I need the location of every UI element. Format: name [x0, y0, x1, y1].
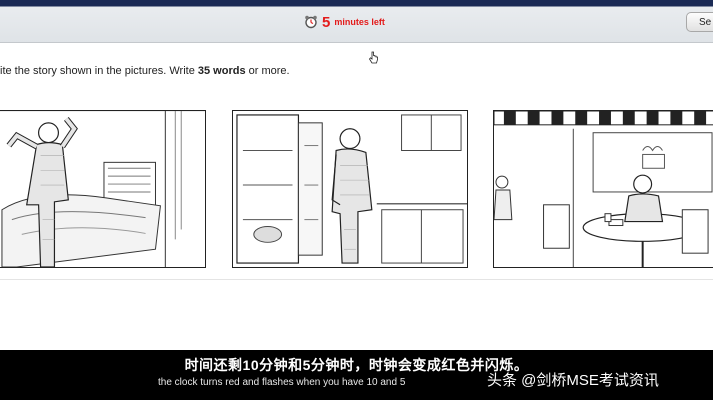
subtitle-bar: 时间还剩10分钟和5分钟时，时钟会变成红色并闪烁。 the clock turn… — [0, 350, 713, 400]
task-instruction: ite the story shown in the pictures. Wri… — [0, 65, 290, 77]
instruction-word-count: 35 words — [197, 65, 246, 77]
timer-label: minutes left — [334, 17, 385, 27]
content-divider — [0, 279, 713, 280]
question-content: ite the story shown in the pictures. Wri… — [0, 43, 713, 350]
watermark: 头条 @剑桥MSE考试资讯 — [487, 372, 659, 389]
subtitle-english: the clock turns red and flashes when you… — [158, 377, 406, 388]
see-button[interactable]: Se — [686, 12, 713, 32]
alarm-clock-icon — [305, 15, 317, 29]
story-picture-3 — [493, 110, 713, 268]
mouse-pointer-icon — [369, 51, 378, 64]
instruction-prefix: ite the story shown in the pictures. Wri… — [0, 65, 198, 77]
story-picture-1 — [0, 110, 206, 268]
top-bar: 5 minutes left Se — [0, 0, 713, 43]
timer-minutes: 5 — [322, 13, 331, 31]
story-picture-2 — [232, 110, 468, 268]
instruction-suffix: or more. — [245, 65, 290, 77]
timer: 5 minutes left — [304, 12, 385, 32]
